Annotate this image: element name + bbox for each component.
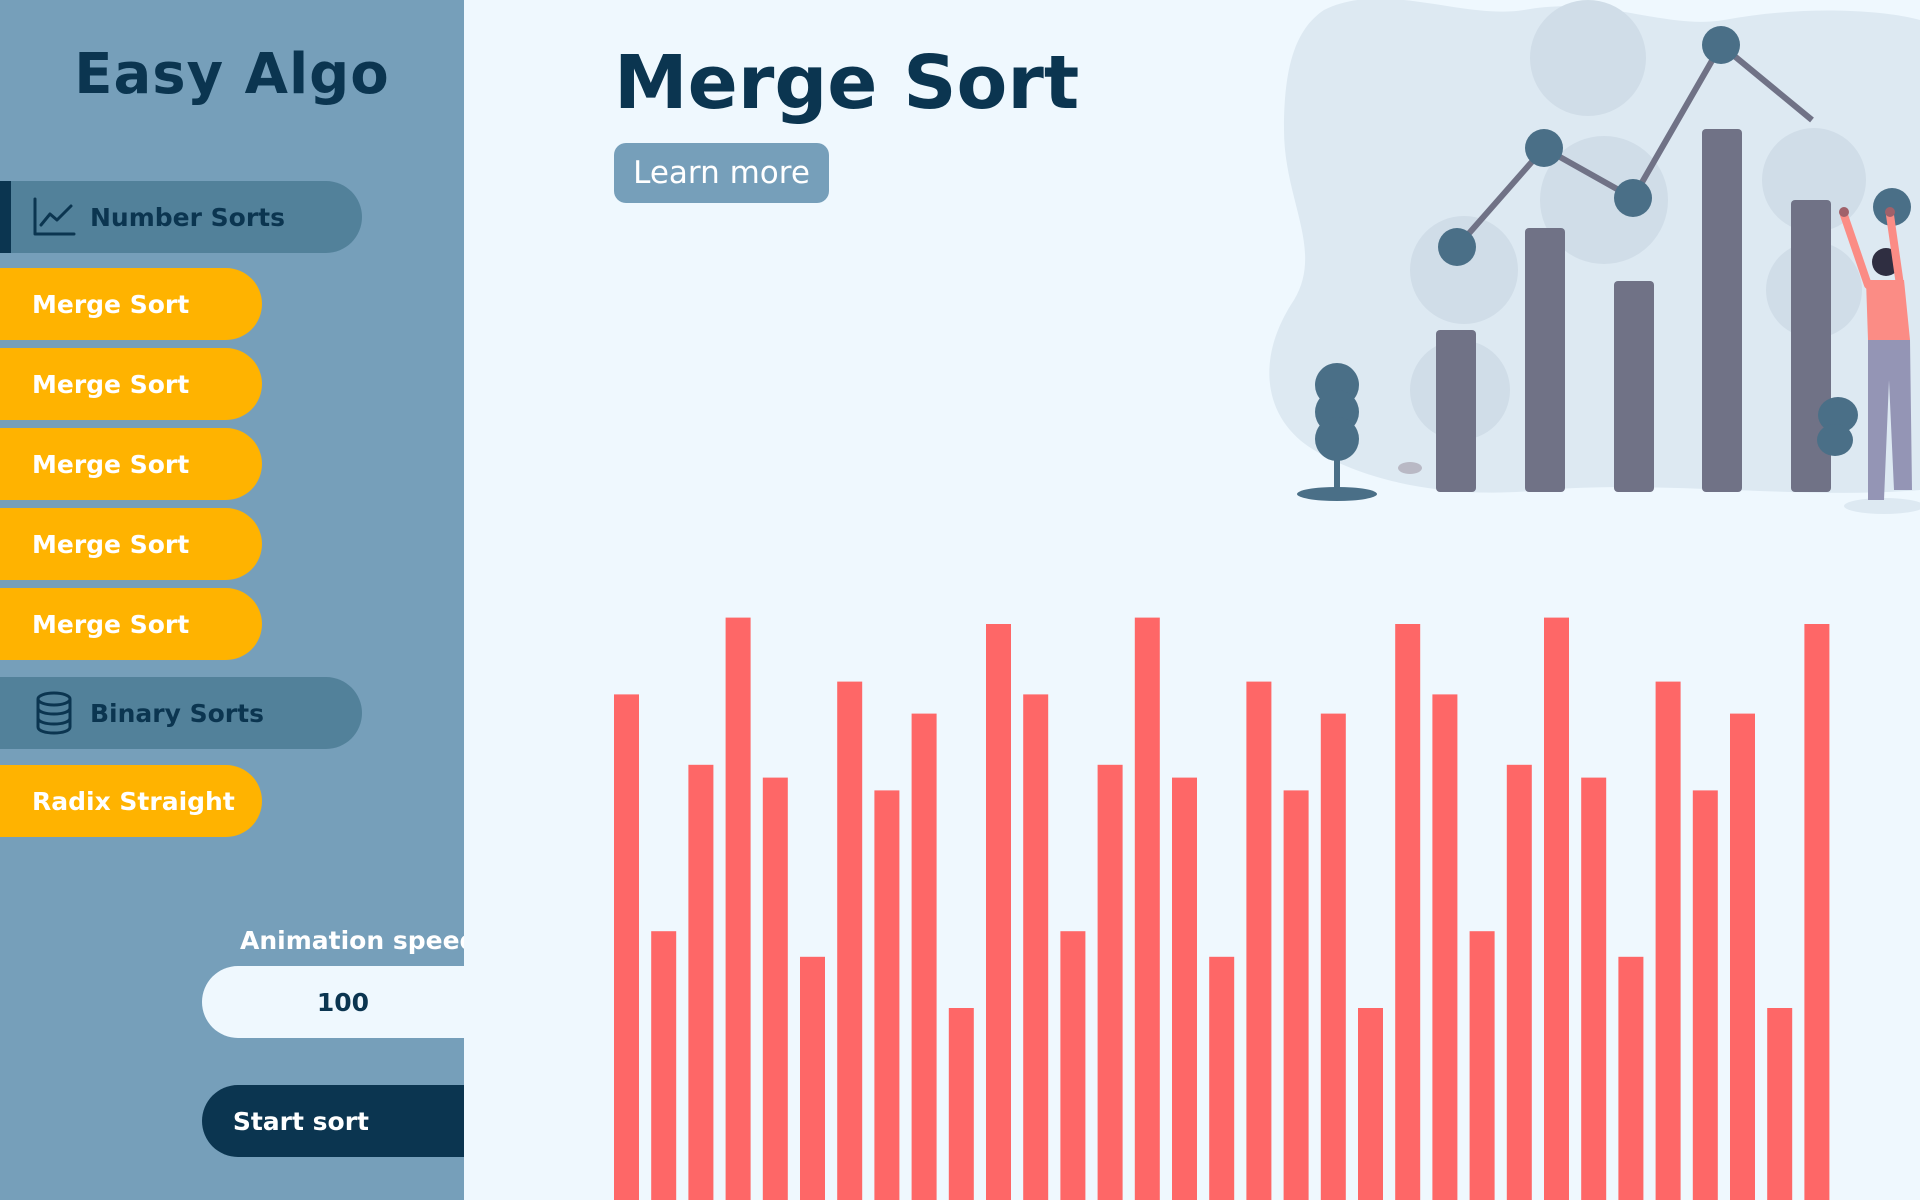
bar-13 (1060, 931, 1086, 1200)
bar-4 (725, 617, 751, 1200)
bar-27 (1581, 777, 1607, 1200)
database-icon (30, 689, 78, 737)
sort-item-merge-sort-1[interactable]: Merge Sort (0, 268, 262, 340)
bar-9 (911, 713, 937, 1200)
sort-item-merge-sort-3[interactable]: Merge Sort (0, 428, 262, 500)
bar-2 (651, 931, 677, 1200)
bar-6 (800, 956, 825, 1200)
bar-30 (1692, 790, 1718, 1200)
bar-24 (1469, 931, 1495, 1200)
bar-32 (1767, 1008, 1793, 1200)
bar-21 (1358, 1008, 1383, 1200)
sort-bar-chart (614, 617, 1830, 1200)
bar-14 (1097, 764, 1123, 1200)
bar-8 (874, 790, 900, 1200)
app-title: Easy Algo (74, 42, 390, 107)
bar-31 (1730, 713, 1755, 1200)
bar-5 (762, 777, 788, 1200)
bar-23 (1432, 694, 1458, 1200)
bar-12 (1023, 694, 1049, 1200)
section-label: Number Sorts (90, 202, 285, 232)
bar-29 (1655, 681, 1681, 1200)
section-binary-sorts[interactable]: Binary Sorts (0, 677, 362, 749)
sort-item-merge-sort-4[interactable]: Merge Sort (0, 508, 262, 580)
bar-15 (1134, 617, 1160, 1200)
bar-28 (1618, 956, 1644, 1200)
section-label: Binary Sorts (90, 698, 264, 728)
bar-10 (948, 1008, 974, 1200)
bar-33 (1804, 624, 1830, 1200)
bar-26 (1544, 617, 1569, 1200)
sort-item-merge-sort-2[interactable]: Merge Sort (0, 348, 262, 420)
bar-7 (837, 681, 863, 1200)
sidebar: Easy Algo Number Sorts Merge Sort Merge … (0, 0, 464, 1200)
bar-22 (1395, 624, 1421, 1200)
sort-item-merge-sort-5[interactable]: Merge Sort (0, 588, 262, 660)
sort-item-radix-straight[interactable]: Radix Straight (0, 765, 262, 837)
bar-16 (1172, 777, 1197, 1200)
start-sort-button[interactable]: Start sort (202, 1085, 464, 1157)
app-window: Easy Algo Number Sorts Merge Sort Merge … (0, 0, 1920, 1200)
bar-11 (986, 624, 1011, 1200)
section-number-sorts[interactable]: Number Sorts (0, 181, 362, 253)
animation-speed-input[interactable] (202, 966, 464, 1038)
bar-20 (1320, 713, 1346, 1200)
main-content: Merge Sort Learn more (464, 0, 1920, 1200)
line-chart-icon (30, 193, 78, 241)
bar-25 (1506, 764, 1532, 1200)
bar-19 (1283, 790, 1309, 1200)
bar-17 (1209, 956, 1235, 1200)
bar-18 (1246, 681, 1272, 1200)
animation-speed-label: Animation speed (240, 926, 464, 955)
bar-3 (688, 764, 714, 1200)
bar-1 (614, 694, 639, 1200)
